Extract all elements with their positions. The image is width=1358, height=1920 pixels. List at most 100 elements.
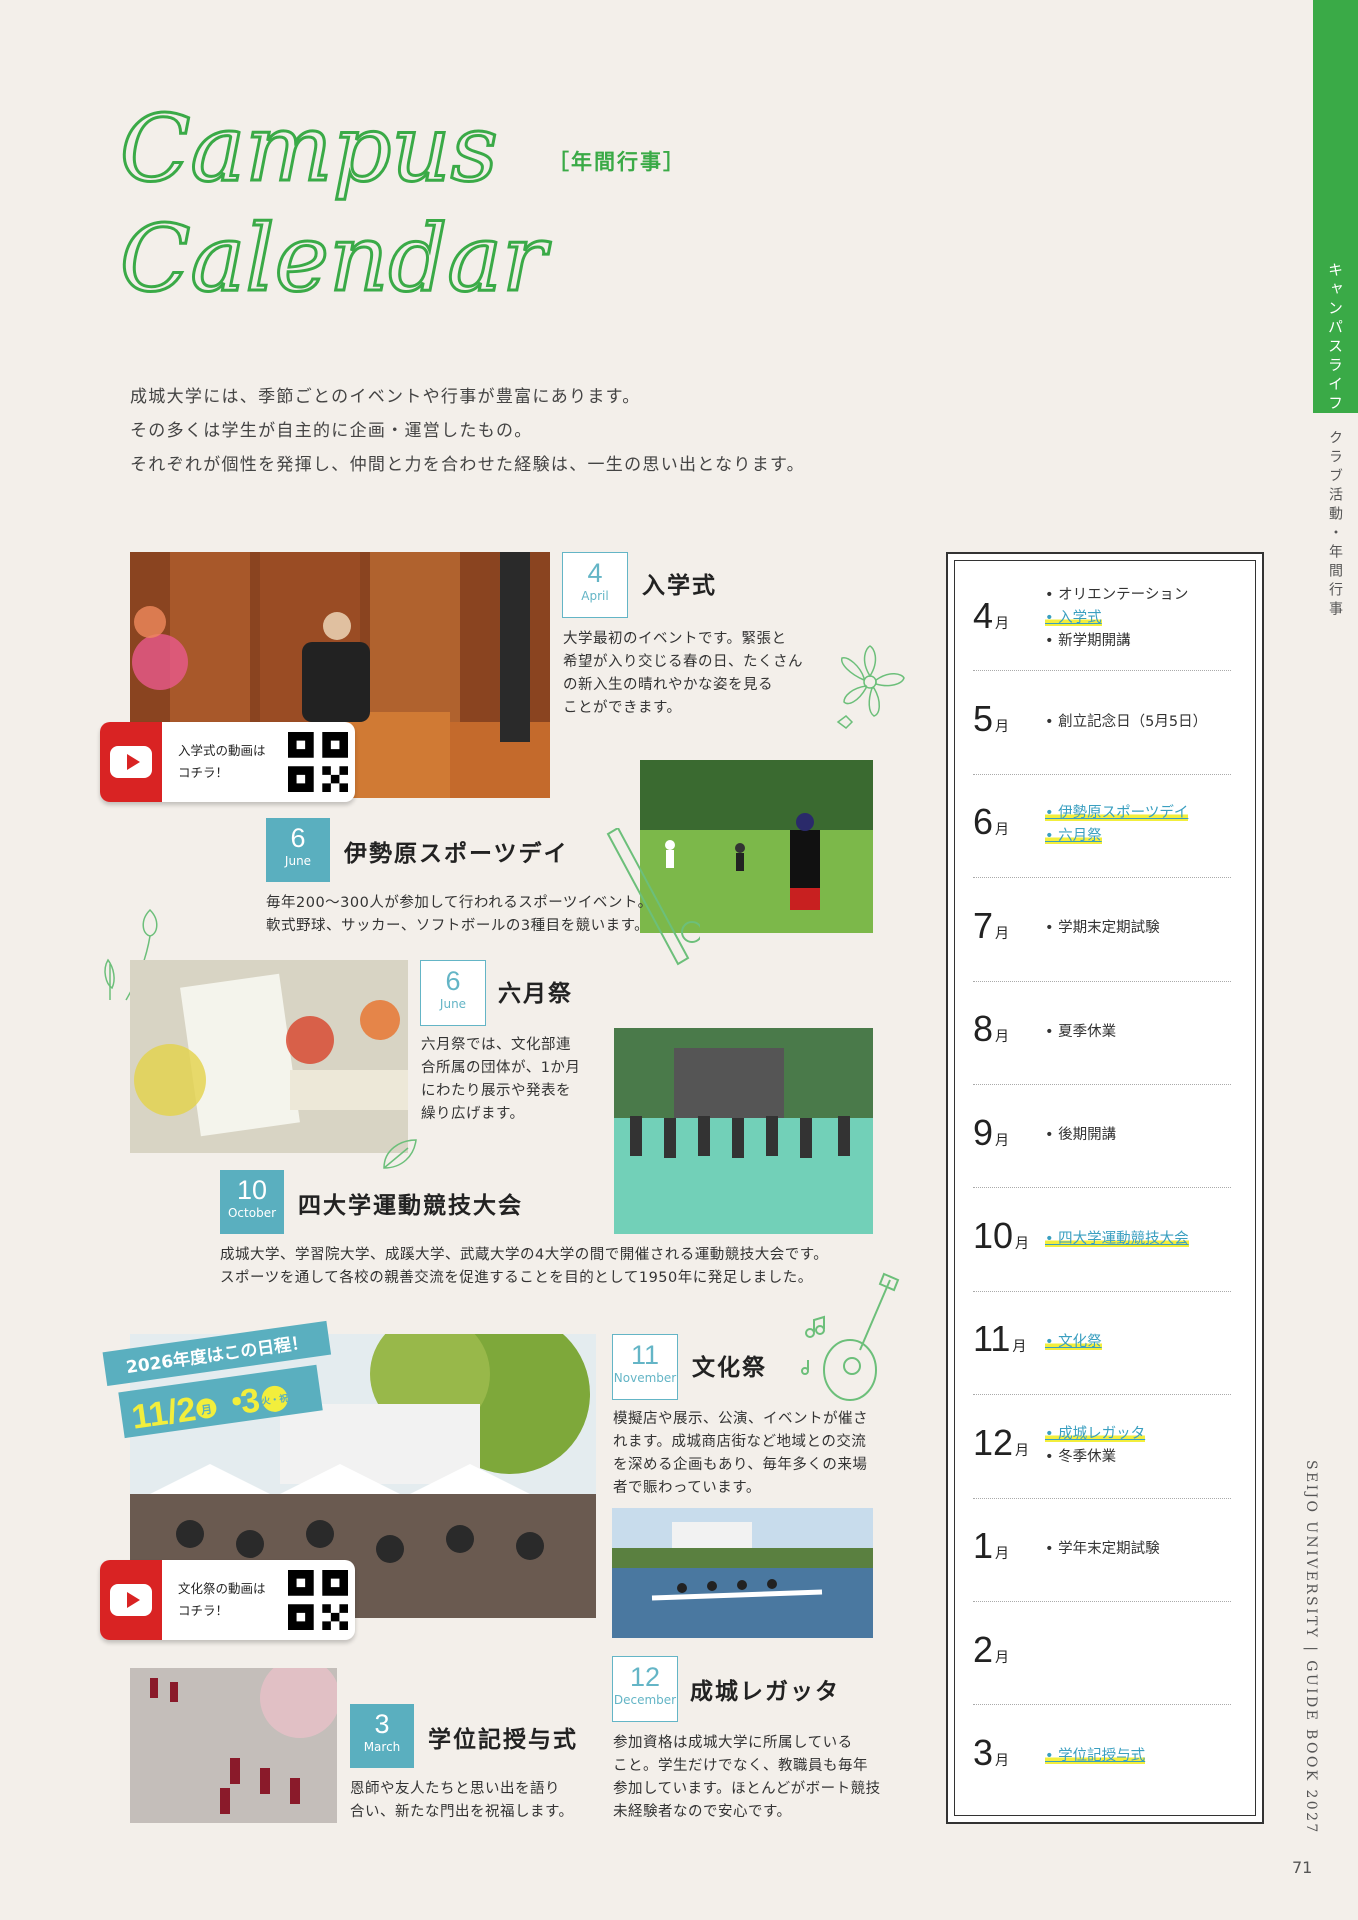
- calendar-month-number: 7: [973, 904, 994, 946]
- banner-date-a: 11/2: [129, 1390, 198, 1437]
- youtube-icon: [100, 722, 162, 802]
- regatta-photo: [612, 1508, 873, 1638]
- guitar-icon: [801, 1272, 900, 1401]
- entrance-title: 入学式: [642, 573, 717, 599]
- calendar-items: • 創立記念日（5月5日）: [1045, 711, 1207, 734]
- four-universities-title: 四大学運動競技大会: [298, 1193, 523, 1219]
- calendar-month-unit: 月: [995, 1131, 1010, 1148]
- regatta-desc: 参加資格は成城大学に所属している こと。学生だけでなく、教職員も毎年 参加しています…: [613, 1735, 881, 1820]
- calendar-month-number: 3: [973, 1732, 994, 1774]
- title-script-line1: Campus: [120, 95, 498, 202]
- calendar-items: • 学期末定期試験: [1045, 917, 1160, 940]
- intro-line: それぞれが個性を発揮し、仲間と力を合わせた経験は、一生の思い出となります。: [130, 455, 805, 475]
- calendar-month: 5月: [973, 698, 1009, 740]
- intro-line: その多くは学生が自主的に企画・運営したもの。: [130, 421, 533, 441]
- calendar-month: 6月: [973, 801, 1009, 843]
- badge-june-festival: 6 June: [420, 960, 486, 1026]
- calendar-items: • 四大学運動競技大会: [1045, 1228, 1189, 1251]
- intro-text: 成城大学には、季節ごとのイベントや行事が豊富にあります。 その多くは学生が自主的…: [130, 380, 805, 482]
- qr-code-icon[interactable]: [288, 1570, 348, 1630]
- four-universities-desc: 成城大学、学習院大学、成蹊大学、武蔵大学の4大学の間で開催される運動競技大会です…: [220, 1247, 829, 1286]
- cultural-festival-title: 文化祭: [692, 1355, 767, 1381]
- calendar-row: 5 月 • 創立記念日（5月5日）: [973, 670, 1231, 773]
- sports-day-desc: 毎年200〜300人が参加して行われるスポーツイベント。 軟式野球、サッカー、ソフ…: [266, 895, 653, 934]
- calendar-month-unit: 月: [1015, 1441, 1030, 1458]
- calendar-items: • 成城レガッタ • 冬季休業: [1045, 1423, 1146, 1469]
- calendar-month: 12 月: [973, 1422, 1029, 1464]
- graduation-photo: [130, 1668, 337, 1823]
- video-label: コチラ！: [178, 765, 229, 780]
- calendar-row: 2月: [973, 1601, 1231, 1704]
- calendar-month-number: 1: [973, 1525, 994, 1567]
- video-label: 文化祭の動画は: [178, 1581, 266, 1596]
- calendar-event: • 新学期開講: [1045, 633, 1131, 650]
- calendar-row: 3 月 • 学位記授与式: [973, 1704, 1231, 1807]
- campus-calendar-title: Campus Calendar: [119, 94, 553, 314]
- calendar-event: • 創立記念日（5月5日）: [1045, 713, 1208, 730]
- calendar-event: • 学年末定期試験: [1045, 1540, 1160, 1557]
- sports-day-title: 伊勢原スポーツデイ: [344, 841, 569, 867]
- calendar-month-number: 11: [973, 1318, 1011, 1360]
- calendar-month-unit: 月: [995, 1648, 1010, 1665]
- title-script-line2: Calendar: [120, 205, 551, 312]
- calendar-month: 1月: [973, 1525, 1009, 1567]
- calendar-month-number: 8: [973, 1008, 994, 1050]
- cultural-festival-desc: 模擬店や展示、公演、イベントが催さ れます。成城商店街など地域との交流 を深める企画…: [613, 1411, 868, 1496]
- calendar-event: • 夏季休業: [1045, 1023, 1117, 1040]
- calendar-month: 8月: [973, 1008, 1009, 1050]
- calendar-event-link[interactable]: • 六月祭: [1045, 825, 1188, 848]
- graduation-desc: 恩師や友人たちと思い出を語り 合い、新たな門出を祝福します。: [350, 1781, 574, 1820]
- calendar-panel: 4 月 • オリエンテーション • 入学式 • 新学期開講 5 月 • 創立記念日（5月5日）…: [946, 552, 1264, 1824]
- calendar-month-unit: 月: [1012, 1338, 1027, 1355]
- calendar-month-unit: 月: [995, 614, 1010, 631]
- youtube-icon: [100, 1560, 162, 1640]
- calendar-month-number: 12: [973, 1421, 1014, 1463]
- calendar-month-unit: 月: [995, 1545, 1010, 1562]
- calendar-month-unit: 月: [995, 821, 1010, 838]
- calendar-row: 4 月 • オリエンテーション • 入学式 • 新学期開講: [973, 567, 1231, 670]
- video-label: コチラ！: [178, 1603, 229, 1618]
- banner-day-a: 月: [199, 1403, 213, 1418]
- calendar-items: • 後期開講: [1045, 1124, 1116, 1147]
- calendar-event: • 冬季休業: [1045, 1448, 1117, 1465]
- calendar-row: 11 月 • 文化祭: [973, 1291, 1231, 1394]
- title-jp: ［年間行事］: [548, 150, 686, 174]
- june-festival-photo: [130, 960, 408, 1153]
- calendar-event-link[interactable]: • 伊勢原スポーツデイ: [1045, 802, 1189, 825]
- calendar-month-unit: 月: [995, 1752, 1010, 1769]
- entrance-desc: 大学最初のイベントです。緊張と 希望が入り交じる春の日、たくさん の新入生の晴れやか…: [563, 631, 803, 716]
- calendar-month-unit: 月: [1015, 1235, 1030, 1252]
- badge-april: 4 April: [562, 552, 628, 618]
- calendar-row: 6 月 • 伊勢原スポーツデイ • 六月祭: [973, 774, 1231, 877]
- calendar-event: • オリエンテーション: [1045, 587, 1189, 604]
- calendar-event-link[interactable]: • 成城レガッタ: [1045, 1423, 1146, 1446]
- calendar-items: • 学位記授与式: [1045, 1745, 1146, 1768]
- badge-december: 12 December: [612, 1656, 678, 1722]
- badge-num: 4: [587, 558, 603, 588]
- calendar-month-number: 5: [973, 698, 994, 740]
- calendar-row: 7 月 • 学期末定期試験: [973, 877, 1231, 980]
- calendar-month: 7月: [973, 905, 1009, 947]
- badge-november: 11 November: [612, 1334, 678, 1400]
- qr-code-icon[interactable]: [288, 732, 348, 792]
- calendar-month: 3月: [973, 1732, 1009, 1774]
- flower-icon: [836, 645, 905, 729]
- calendar-month: 9月: [973, 1112, 1009, 1154]
- calendar-row: 1 月 • 学年末定期試験: [973, 1498, 1231, 1601]
- calendar-month-number: 4: [973, 594, 994, 636]
- calendar-row: 10 月 • 四大学運動競技大会: [973, 1187, 1231, 1290]
- june-festival-title: 六月祭: [498, 981, 573, 1007]
- calendar-event-link[interactable]: • 入学式: [1045, 607, 1188, 630]
- calendar-items: • 学年末定期試験: [1045, 1538, 1160, 1561]
- calendar-month: 4月: [973, 595, 1009, 637]
- calendar-month-unit: 月: [995, 924, 1010, 941]
- calendar-event-link[interactable]: • 四大学運動競技大会: [1045, 1228, 1189, 1251]
- calendar-month: 11 月: [973, 1318, 1026, 1360]
- cultural-video-card[interactable]: 文化祭の動画は コチラ！: [100, 1560, 355, 1640]
- four-universities-photo: [614, 1028, 873, 1234]
- calendar-event-link[interactable]: • 学位記授与式: [1045, 1745, 1146, 1768]
- badge-june-sports: 6 June: [266, 818, 330, 882]
- entrance-video-card[interactable]: 入学式の動画は コチラ！: [100, 722, 355, 802]
- calendar-event-link[interactable]: • 文化祭: [1045, 1331, 1102, 1354]
- calendar-month-unit: 月: [995, 1028, 1010, 1045]
